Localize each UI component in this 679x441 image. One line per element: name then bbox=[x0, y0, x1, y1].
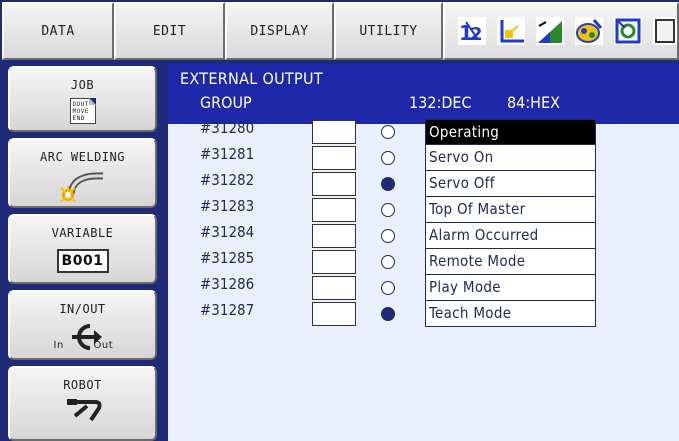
variable-button[interactable]: VARIABLE B001 bbox=[8, 214, 157, 284]
out-text: Out bbox=[93, 340, 114, 351]
signal-row[interactable]: #31287 Teach Mode bbox=[168, 301, 679, 327]
variable-label: VARIABLE bbox=[51, 226, 114, 240]
page-title: EXTERNAL OUTPUT bbox=[180, 69, 323, 88]
status-lamp-icon bbox=[381, 125, 395, 139]
dec-value: 132:DEC bbox=[409, 93, 472, 112]
signal-value-field[interactable] bbox=[312, 172, 356, 196]
status-lamp-icon bbox=[381, 177, 395, 191]
signal-value-field[interactable] bbox=[312, 276, 356, 300]
signal-address: #31283 bbox=[200, 197, 255, 215]
signal-address: #31284 bbox=[200, 223, 255, 241]
signal-address: #31286 bbox=[200, 275, 255, 293]
status-lamp-icon bbox=[381, 151, 395, 165]
signal-row[interactable]: #31282 Servo Off bbox=[168, 171, 679, 197]
robot-label: ROBOT bbox=[63, 378, 102, 392]
job-label: JOB bbox=[70, 78, 95, 92]
group-label: GROUP bbox=[200, 93, 252, 112]
in-out-button[interactable]: IN/OUT In Out bbox=[8, 290, 157, 360]
menu-utility-button[interactable]: UTILITY bbox=[334, 2, 443, 60]
coordinate-frame-icon[interactable] bbox=[496, 16, 526, 46]
job-display-icon[interactable] bbox=[652, 16, 679, 46]
variable-value: B001 bbox=[56, 249, 109, 273]
signal-value-field[interactable] bbox=[312, 120, 356, 144]
sidebar: JOB DOUT MOVE END ARC WELDING VARIABLE B… bbox=[0, 62, 166, 441]
signal-row[interactable]: #31284 Alarm Occurred bbox=[168, 223, 679, 249]
status-lamp-icon bbox=[381, 307, 395, 321]
signal-value-field[interactable] bbox=[312, 302, 356, 326]
hex-value: 84:HEX bbox=[507, 93, 560, 112]
signal-value-field[interactable] bbox=[312, 250, 356, 274]
job-button[interactable]: JOB DOUT MOVE END bbox=[8, 66, 157, 132]
signal-address: #31281 bbox=[200, 145, 255, 163]
security-mode-icon[interactable] bbox=[574, 16, 604, 46]
job-icon: DOUT MOVE END bbox=[69, 98, 96, 124]
status-lamp-icon bbox=[381, 203, 395, 217]
signal-row[interactable]: #31286 Play Mode bbox=[168, 275, 679, 301]
welding-torch-icon bbox=[59, 172, 103, 202]
signal-address: #31285 bbox=[200, 249, 255, 267]
robot-button[interactable]: ROBOT bbox=[8, 366, 157, 441]
speed-level-icon[interactable] bbox=[535, 16, 565, 46]
status-lamp-icon bbox=[381, 255, 395, 269]
arc-welding-label: ARC WELDING bbox=[40, 150, 125, 164]
status-lamp-icon bbox=[381, 281, 395, 295]
menu-edit-button[interactable]: EDIT bbox=[114, 2, 225, 60]
signal-address: #31280 bbox=[200, 119, 255, 137]
signal-value-field[interactable] bbox=[312, 198, 356, 222]
menu-display-button[interactable]: DISPLAY bbox=[225, 2, 334, 60]
external-output-panel: EXTERNAL OUTPUT GROUP 132:DEC 84:HEX #31… bbox=[168, 64, 679, 441]
signal-address: #31287 bbox=[200, 301, 255, 319]
in-out-icon: In Out bbox=[48, 318, 118, 356]
status-area: 1 2 bbox=[443, 2, 679, 60]
status-lamp-icon bbox=[381, 229, 395, 243]
signal-row[interactable]: #31285 Remote Mode bbox=[168, 249, 679, 275]
signal-address: #31282 bbox=[200, 171, 255, 189]
svg-text:2: 2 bbox=[470, 24, 483, 45]
in-out-label: IN/OUT bbox=[59, 302, 106, 316]
menu-bar: DATA EDIT DISPLAY UTILITY 1 2 bbox=[0, 0, 679, 62]
signal-name[interactable]: Play Mode bbox=[425, 275, 596, 301]
numeric-mode-icon[interactable]: 1 2 bbox=[457, 16, 487, 46]
signal-value-field[interactable] bbox=[312, 224, 356, 248]
signal-name[interactable]: Remote Mode bbox=[425, 249, 596, 275]
signal-name[interactable]: Alarm Occurred bbox=[425, 223, 596, 249]
signal-row[interactable]: #31283 Top Of Master bbox=[168, 197, 679, 223]
signal-name[interactable]: Servo On bbox=[425, 145, 596, 171]
signal-row[interactable]: #31281 Servo On bbox=[168, 145, 679, 171]
arc-welding-button[interactable]: ARC WELDING bbox=[8, 138, 157, 208]
signal-name[interactable]: Teach Mode bbox=[425, 301, 596, 327]
in-text: In bbox=[53, 340, 64, 351]
signal-row[interactable]: #31280 Operating bbox=[168, 119, 679, 145]
panel-header: EXTERNAL OUTPUT GROUP 132:DEC 84:HEX bbox=[168, 64, 679, 124]
signal-value-field[interactable] bbox=[312, 146, 356, 170]
signal-name[interactable]: Operating bbox=[425, 119, 596, 145]
menu-data-button[interactable]: DATA bbox=[2, 2, 114, 60]
signal-name[interactable]: Top Of Master bbox=[425, 197, 596, 223]
play-mode-icon[interactable] bbox=[613, 16, 643, 46]
robot-arm-icon bbox=[66, 399, 101, 422]
signal-name[interactable]: Servo Off bbox=[425, 171, 596, 197]
